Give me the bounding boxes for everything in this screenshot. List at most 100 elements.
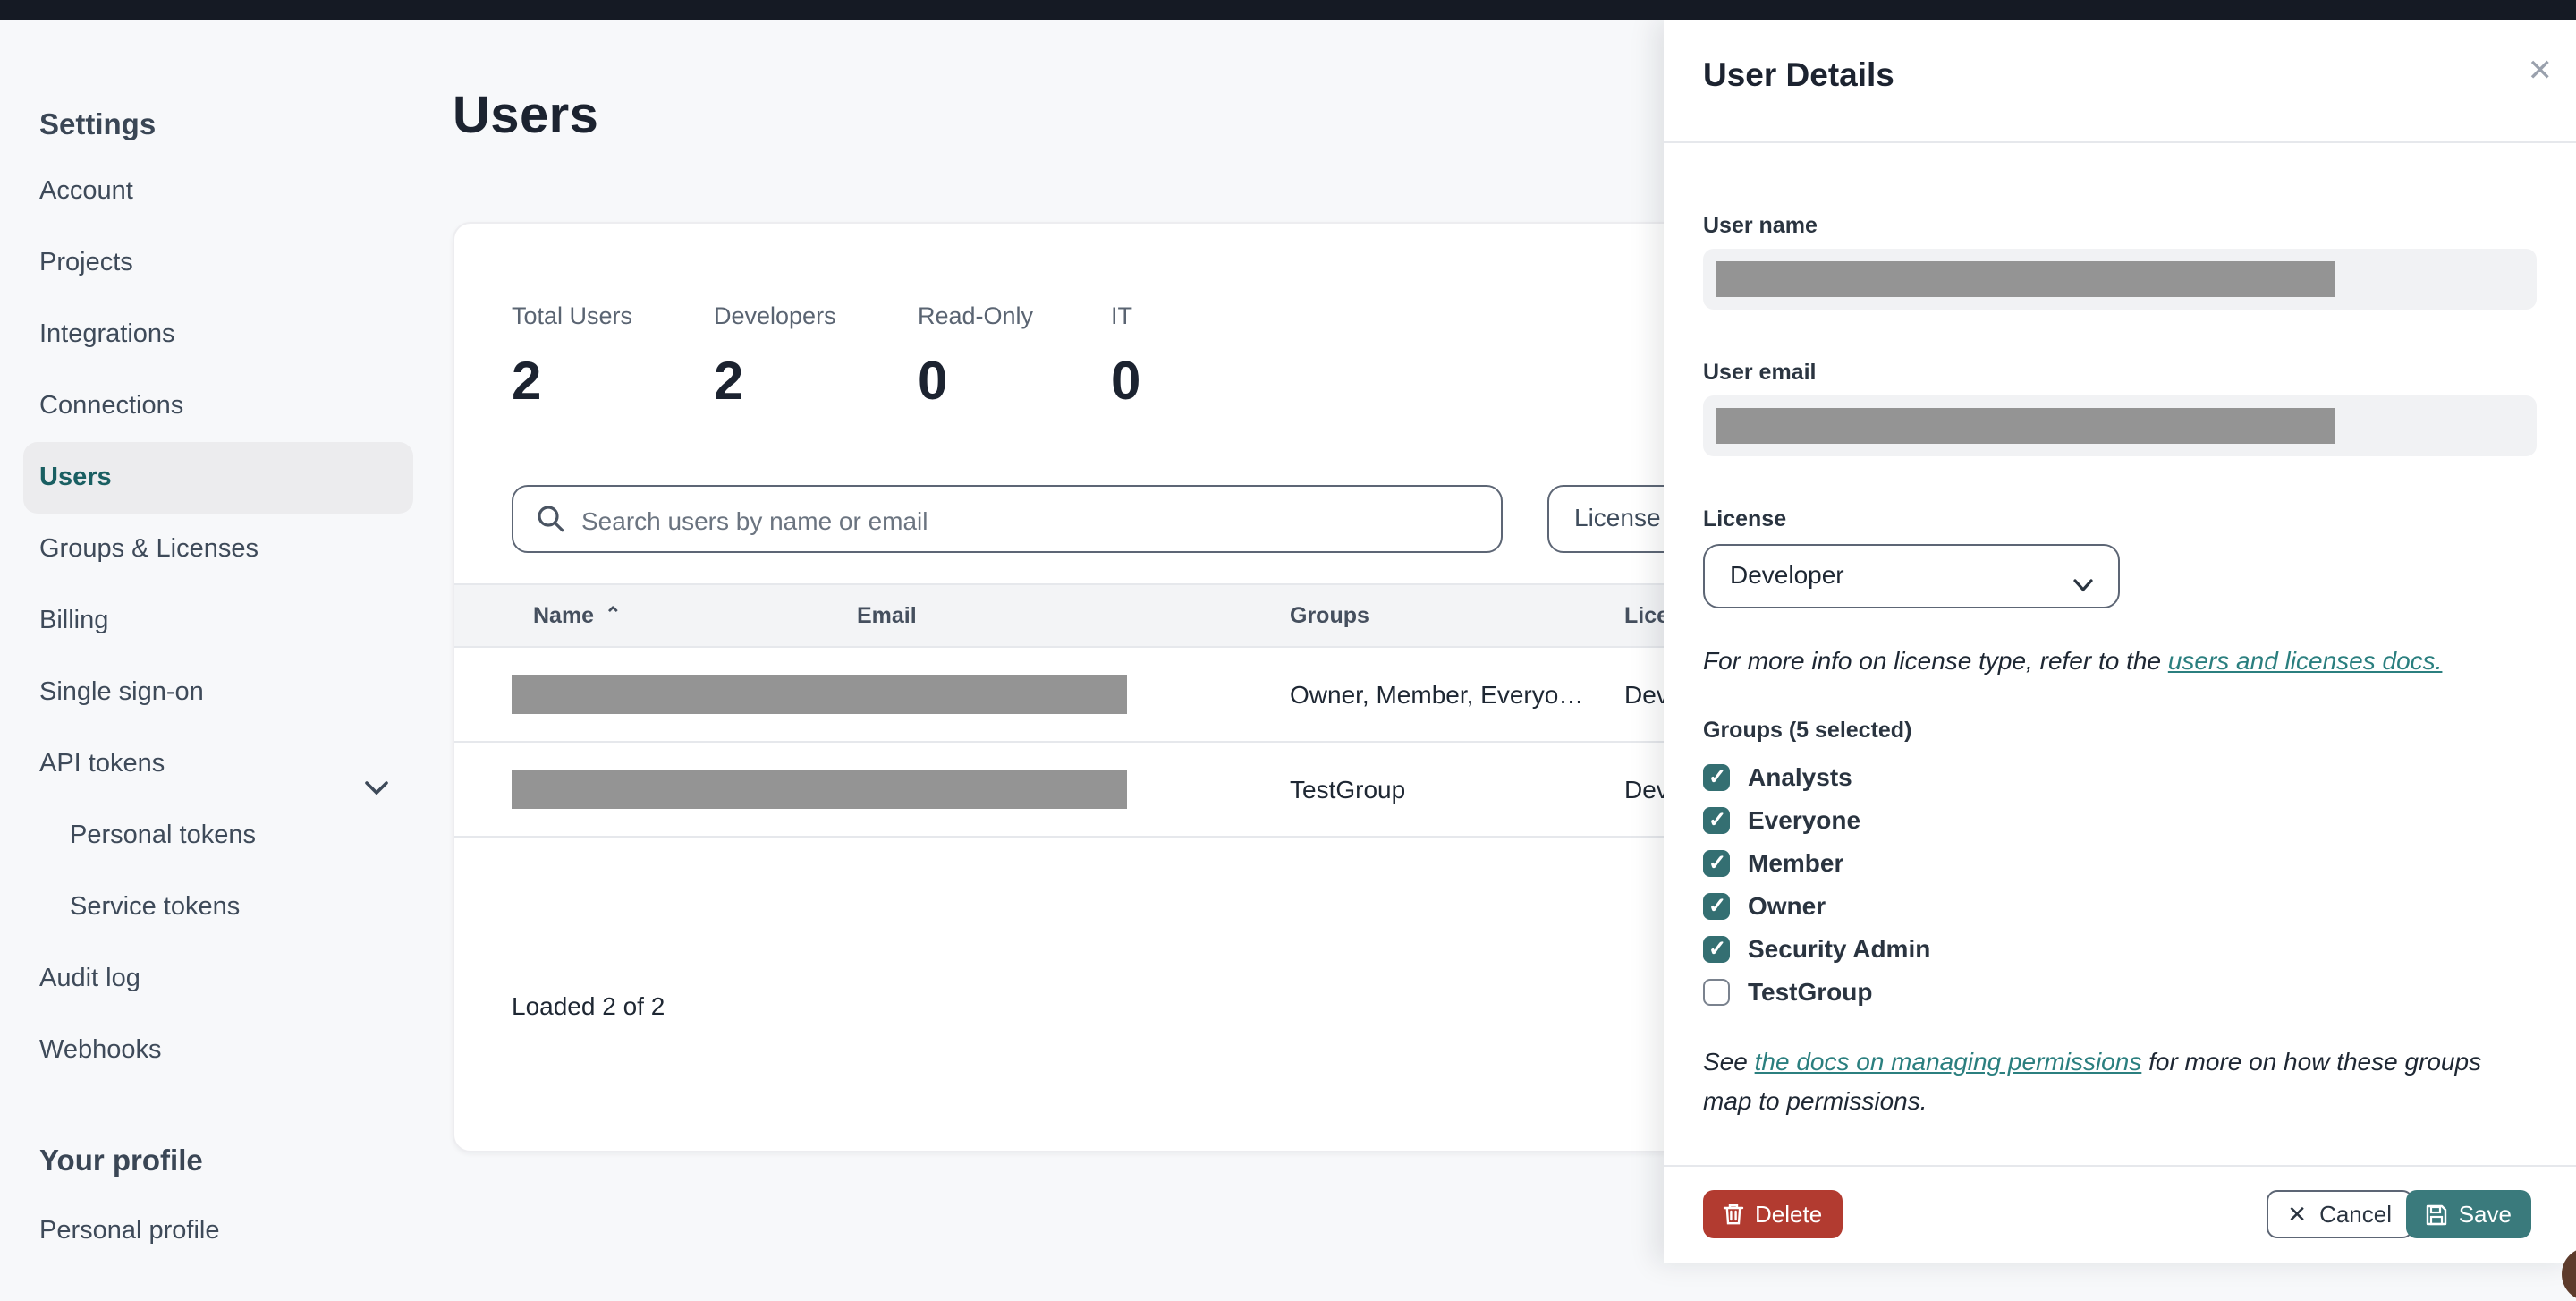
panel-body: User name User email License Developer F… bbox=[1664, 213, 2576, 1121]
group-label: Member bbox=[1748, 848, 1844, 877]
sidebar-item-connections[interactable]: Connections bbox=[23, 370, 413, 442]
redacted-user-email bbox=[1716, 408, 2334, 444]
chevron-down-icon bbox=[2073, 569, 2093, 601]
checkbox-icon bbox=[1703, 849, 1730, 876]
panel-header: User Details ✕ bbox=[1664, 20, 2576, 141]
sidebar-item-billing[interactable]: Billing bbox=[23, 585, 413, 657]
stat-label: Total Users bbox=[512, 302, 633, 329]
save-button[interactable]: Save bbox=[2406, 1190, 2531, 1238]
license-select[interactable]: Developer bbox=[1703, 544, 2120, 608]
panel-title: User Details bbox=[1703, 55, 1894, 93]
cell-groups: Owner, Member, Everyo… bbox=[1290, 680, 1584, 709]
stat-label: Read-Only bbox=[918, 302, 1034, 329]
sidebar-item-account[interactable]: Account bbox=[23, 156, 413, 227]
license-selected-value: Developer bbox=[1730, 560, 1844, 589]
user-search bbox=[512, 485, 1503, 553]
table-row[interactable]: Owner, Member, Everyo… Developer bbox=[454, 648, 1850, 743]
note-prefix: See bbox=[1703, 1047, 1755, 1076]
cell-groups: TestGroup bbox=[1290, 775, 1406, 804]
checkbox-icon bbox=[1703, 978, 1730, 1005]
cancel-button-label: Cancel bbox=[2319, 1201, 2392, 1228]
sidebar-item-groups-licenses[interactable]: Groups & Licenses bbox=[23, 514, 413, 585]
stat-total-users: Total Users 2 bbox=[512, 302, 714, 413]
close-icon: ✕ bbox=[2287, 1200, 2308, 1227]
redacted-name-email bbox=[512, 770, 1127, 809]
top-bar bbox=[0, 0, 2576, 20]
column-header-label: Name bbox=[533, 603, 595, 628]
sidebar-item-webhooks[interactable]: Webhooks bbox=[23, 1015, 413, 1086]
sidebar-item-label: API tokens bbox=[39, 750, 165, 778]
group-label: Owner bbox=[1748, 891, 1826, 920]
checkbox-icon bbox=[1703, 892, 1730, 919]
group-checkbox-analysts[interactable]: Analysts bbox=[1703, 757, 2537, 796]
search-input[interactable] bbox=[578, 489, 1479, 551]
group-label: Analysts bbox=[1748, 762, 1852, 791]
panel-divider bbox=[1664, 141, 2576, 143]
group-label: Security Admin bbox=[1748, 934, 1931, 963]
sidebar-item-audit-log[interactable]: Audit log bbox=[23, 943, 413, 1015]
users-card: Total Users 2 Developers 2 Read-Only 0 I… bbox=[453, 222, 1850, 1152]
close-icon[interactable]: ✕ bbox=[2528, 55, 2554, 86]
stat-label: IT bbox=[1111, 302, 1132, 329]
column-header-groups[interactable]: Groups bbox=[1281, 603, 1606, 628]
search-icon bbox=[538, 506, 564, 532]
checkbox-icon bbox=[1703, 806, 1730, 833]
stat-value: 0 bbox=[1111, 353, 1141, 412]
sidebar-item-integrations[interactable]: Integrations bbox=[23, 299, 413, 370]
stat-read-only: Read-Only 0 bbox=[918, 302, 1111, 413]
sort-ascending-icon: ⌃ bbox=[605, 605, 622, 626]
user-stats: Total Users 2 Developers 2 Read-Only 0 I… bbox=[512, 302, 1846, 413]
redacted-name-email bbox=[512, 675, 1127, 714]
stat-value: 0 bbox=[918, 353, 948, 412]
redacted-user-name bbox=[1716, 261, 2334, 297]
user-details-panel: User Details ✕ User name User email Lice… bbox=[1664, 20, 2576, 1263]
cancel-button[interactable]: ✕ Cancel bbox=[2266, 1190, 2413, 1238]
managing-permissions-docs-link[interactable]: the docs on managing permissions bbox=[1755, 1047, 2142, 1076]
sidebar-item-users[interactable]: Users bbox=[23, 442, 413, 514]
user-email-field[interactable] bbox=[1703, 395, 2537, 456]
group-checkbox-member[interactable]: Member bbox=[1703, 843, 2537, 882]
group-checkbox-owner[interactable]: Owner bbox=[1703, 886, 2537, 925]
group-checkbox-security-admin[interactable]: Security Admin bbox=[1703, 929, 2537, 968]
settings-sidebar: Settings Account Projects Integrations C… bbox=[0, 20, 447, 1263]
license-info-text: For more info on license type, refer to … bbox=[1703, 646, 2537, 675]
sidebar-item-personal-profile[interactable]: Personal profile bbox=[39, 1195, 447, 1267]
sidebar-item-single-sign-on[interactable]: Single sign-on bbox=[23, 657, 413, 728]
permissions-note: See the docs on managing permissions for… bbox=[1703, 1043, 2537, 1121]
group-checkbox-everyone[interactable]: Everyone bbox=[1703, 800, 2537, 839]
sidebar-profile-section-title: Your profile bbox=[39, 1145, 203, 1178]
group-label: TestGroup bbox=[1748, 977, 1873, 1006]
sidebar-item-api-tokens[interactable]: API tokens bbox=[23, 728, 413, 800]
settings-nav: Account Projects Integrations Connection… bbox=[23, 156, 447, 1086]
column-header-email[interactable]: Email bbox=[852, 603, 1281, 628]
sidebar-item-projects[interactable]: Projects bbox=[23, 227, 413, 299]
users-licenses-docs-link[interactable]: users and licenses docs. bbox=[2168, 646, 2443, 675]
sidebar-section-title: Settings bbox=[39, 109, 157, 141]
sidebar-item-service-tokens[interactable]: Service tokens bbox=[23, 872, 413, 943]
checkbox-icon bbox=[1703, 935, 1730, 962]
groups-label: Groups (5 selected) bbox=[1703, 718, 1912, 743]
table-row[interactable]: TestGroup Developer bbox=[454, 743, 1850, 838]
user-name-field[interactable] bbox=[1703, 249, 2537, 310]
checkbox-icon bbox=[1703, 763, 1730, 790]
users-table: Name⌃ Email Groups License Owner, Member… bbox=[454, 583, 1850, 838]
trash-icon bbox=[1723, 1204, 1744, 1225]
stat-label: Developers bbox=[714, 302, 836, 329]
column-header-name[interactable]: Name ⌃ bbox=[454, 603, 852, 628]
loaded-status: Loaded 2 of 2 bbox=[512, 991, 665, 1020]
stat-developers: Developers 2 bbox=[714, 302, 918, 413]
license-info-prefix: For more info on license type, refer to … bbox=[1703, 646, 2168, 675]
panel-footer: Delete ✕ Cancel Save bbox=[1664, 1165, 2576, 1263]
save-button-label: Save bbox=[2458, 1201, 2512, 1228]
license-label: License bbox=[1703, 506, 1787, 531]
user-email-label: User email bbox=[1703, 360, 1817, 385]
group-checkbox-testgroup[interactable]: TestGroup bbox=[1703, 972, 2537, 1011]
stat-value: 2 bbox=[512, 353, 542, 412]
save-icon bbox=[2427, 1203, 2447, 1225]
delete-button-label: Delete bbox=[1755, 1201, 1823, 1228]
user-name-label: User name bbox=[1703, 213, 1818, 238]
stat-value: 2 bbox=[714, 353, 744, 412]
sidebar-item-personal-tokens[interactable]: Personal tokens bbox=[23, 800, 413, 872]
table-header-row: Name⌃ Email Groups License bbox=[454, 583, 1850, 648]
delete-button[interactable]: Delete bbox=[1703, 1190, 1843, 1238]
